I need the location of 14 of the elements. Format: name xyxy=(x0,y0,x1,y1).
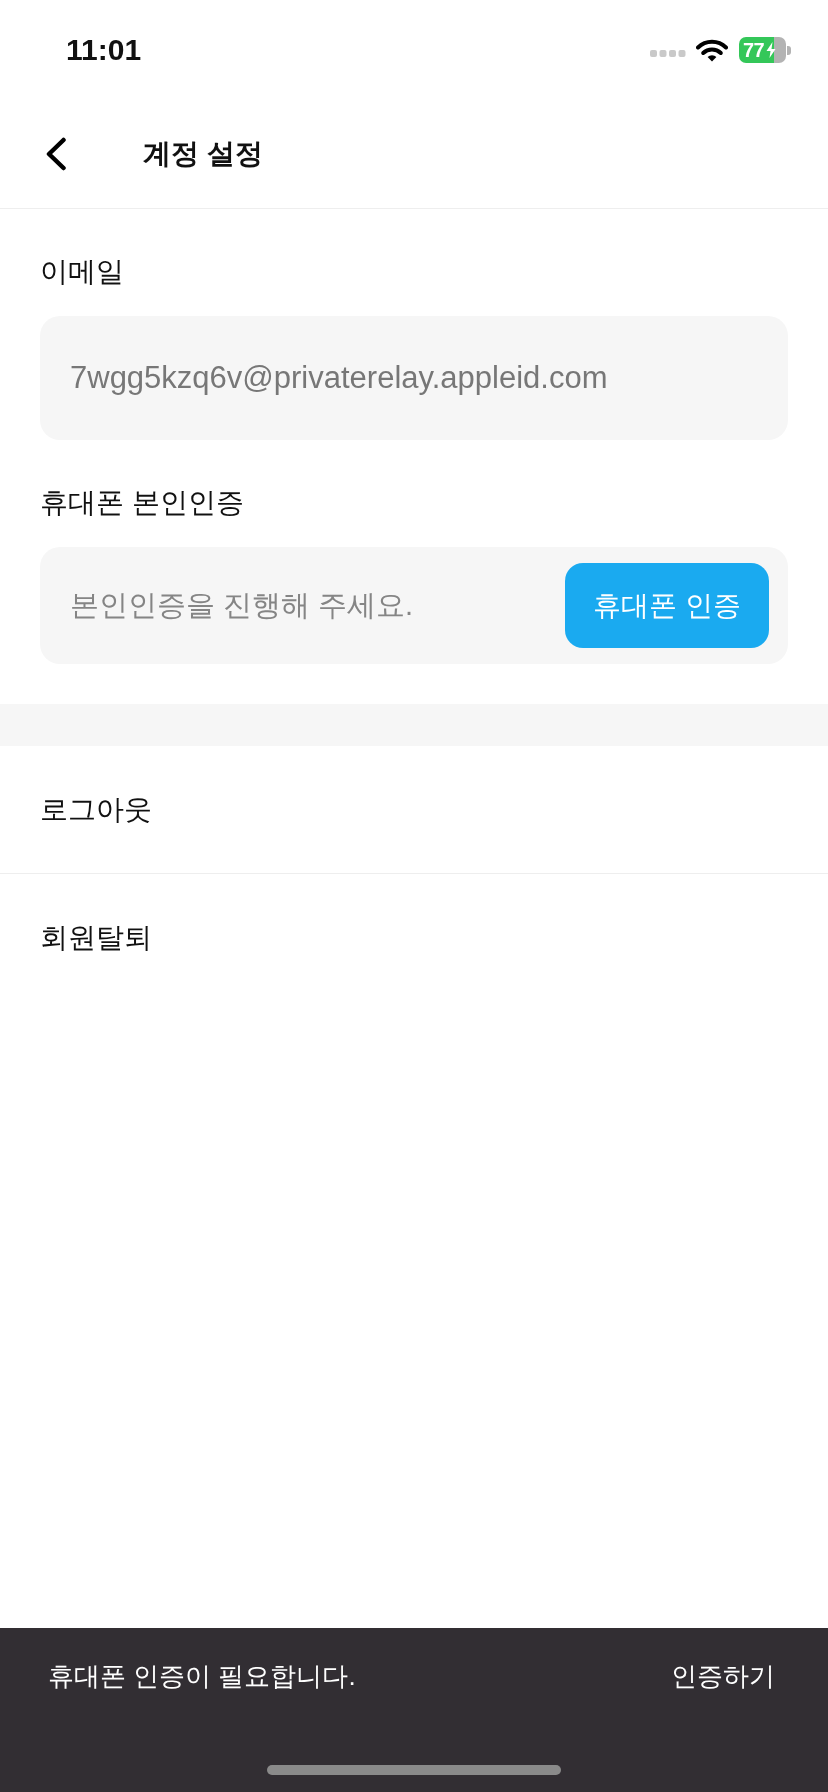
menu-item[interactable]: 회원탈퇴 xyxy=(0,874,828,1001)
page-title: 계정 설정 xyxy=(143,137,263,171)
signal-icon xyxy=(650,49,686,57)
verify-link[interactable]: 인증하기 xyxy=(671,1656,775,1696)
bolt-icon xyxy=(766,42,777,58)
status-time: 11:01 xyxy=(66,32,142,68)
email-field[interactable]: 7wgg5kzq6v@privaterelay.appleid.com xyxy=(40,316,788,440)
menu-item[interactable]: 로그아웃 xyxy=(0,746,828,873)
battery-percentage: 77 xyxy=(743,39,765,61)
field-label: 휴대폰 본인인증 xyxy=(40,486,244,520)
back-icon[interactable] xyxy=(45,137,67,171)
wifi-icon xyxy=(696,38,728,62)
snackbar-message: 휴대폰 인증이 필요합니다. xyxy=(48,1660,356,1693)
field-label: 이메일 xyxy=(40,255,124,289)
